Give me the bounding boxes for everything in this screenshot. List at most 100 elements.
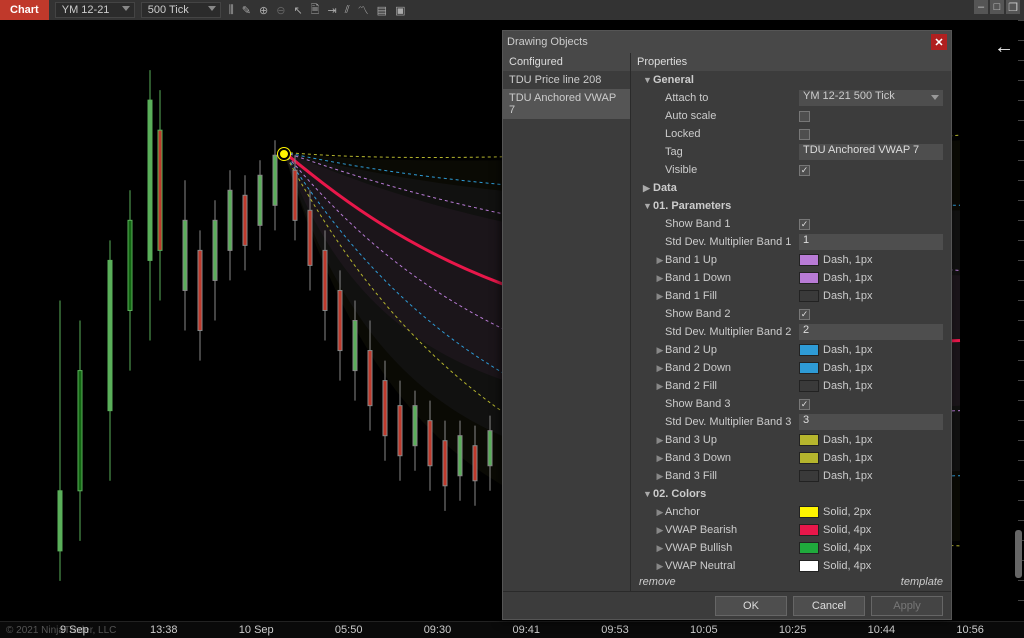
vwap-bearish-label[interactable]: VWAP Bearish (665, 524, 799, 536)
line-style-value: Solid, 2px (823, 506, 871, 518)
group-general[interactable]: ▼General (633, 71, 949, 89)
color-swatch[interactable] (799, 524, 819, 536)
band-3-up-label[interactable]: Band 3 Up (665, 434, 799, 446)
x-tick: 10:25 (779, 624, 807, 636)
line-style-value: Dash, 1px (823, 452, 873, 464)
x-tick: 09:30 (424, 624, 452, 636)
remove-link[interactable]: remove (639, 576, 676, 588)
x-tick: 10:05 (690, 624, 718, 636)
ok-button[interactable]: OK (715, 596, 787, 616)
group-data[interactable]: ▶Data (633, 179, 949, 197)
color-swatch[interactable] (799, 434, 819, 446)
show-band-2-checkbox[interactable] (799, 309, 810, 320)
band-3-down-label[interactable]: Band 3 Down (665, 452, 799, 464)
settings-icon[interactable]: ▣ (395, 4, 405, 17)
fib-icon[interactable]: ▤ (377, 4, 387, 17)
x-tick: 05:50 (335, 624, 363, 636)
color-swatch[interactable] (799, 560, 819, 572)
auto-scale-label: Auto scale (665, 110, 799, 122)
mult-band-2-input[interactable]: 2 (799, 324, 943, 340)
cursor-icon[interactable]: ↖ (293, 4, 302, 17)
dialog-titlebar[interactable]: Drawing Objects ✕ (503, 31, 951, 53)
band-1-up-label[interactable]: Band 1 Up (665, 254, 799, 266)
anchor-color-label[interactable]: Anchor (665, 506, 799, 518)
group-label: General (653, 74, 694, 86)
instrument-dropdown[interactable]: YM 12-21 (55, 2, 135, 18)
configured-header: Configured (503, 53, 630, 71)
group-parameters[interactable]: ▼01. Parameters (633, 197, 949, 215)
color-swatch[interactable] (799, 380, 819, 392)
zoom-out-icon[interactable]: ⊖ (276, 4, 285, 17)
color-swatch[interactable] (799, 452, 819, 464)
zoom-in-icon[interactable]: ⊕ (259, 4, 268, 17)
ruler-icon[interactable]: ⇥ (328, 4, 337, 17)
band-3-fill-label[interactable]: Band 3 Fill (665, 470, 799, 482)
line-style-value: Dash, 1px (823, 362, 873, 374)
back-arrow-icon[interactable]: ← (994, 36, 1014, 59)
line-style-value: Dash, 1px (823, 254, 873, 266)
auto-scale-checkbox[interactable] (799, 111, 810, 122)
color-swatch[interactable] (799, 344, 819, 356)
band-2-fill-label[interactable]: Band 2 Fill (665, 380, 799, 392)
instrument-value: YM 12-21 (62, 4, 110, 16)
minimize-icon[interactable]: – (974, 0, 988, 14)
text-icon[interactable]: 🗎 (311, 1, 320, 20)
vwap-bullish-label[interactable]: VWAP Bullish (665, 542, 799, 554)
maximize-icon[interactable]: □ (990, 0, 1004, 14)
chevron-down-icon (931, 95, 939, 100)
tag-input[interactable]: TDU Anchored VWAP 7 (799, 144, 943, 160)
visible-label: Visible (665, 164, 799, 176)
line-style-value: Solid, 4px (823, 542, 871, 554)
interval-dropdown[interactable]: 500 Tick (141, 2, 221, 18)
show-band-1-label: Show Band 1 (665, 218, 799, 230)
restore-icon[interactable]: ❐ (1006, 0, 1020, 14)
color-swatch[interactable] (799, 290, 819, 302)
attach-to-select[interactable]: YM 12-21 500 Tick (799, 90, 943, 106)
x-tick: 9 Sep (60, 624, 89, 636)
vwap-neutral-label[interactable]: VWAP Neutral (665, 560, 799, 572)
locked-checkbox[interactable] (799, 129, 810, 140)
tag-label: Tag (665, 146, 799, 158)
template-link[interactable]: template (901, 576, 943, 588)
time-axis: 9 Sep 13:38 10 Sep 05:50 09:30 09:41 09:… (60, 621, 984, 638)
vwap-anchor-marker[interactable] (278, 148, 290, 160)
show-band-3-checkbox[interactable] (799, 399, 810, 410)
candlestick-icon[interactable]: ⫼ (229, 4, 234, 17)
configured-item[interactable]: TDU Anchored VWAP 7 (503, 89, 630, 119)
chart-tab[interactable]: Chart (0, 0, 49, 20)
x-tick: 13:38 (150, 624, 178, 636)
line-style-value: Dash, 1px (823, 470, 873, 482)
mult-band-1-input[interactable]: 1 (799, 234, 943, 250)
x-tick: 09:41 (512, 624, 540, 636)
band-1-down-label[interactable]: Band 1 Down (665, 272, 799, 284)
trend-icon[interactable]: 〽 (358, 2, 369, 18)
scrollbar-thumb[interactable] (1015, 530, 1022, 578)
show-band-1-checkbox[interactable] (799, 219, 810, 230)
color-swatch[interactable] (799, 470, 819, 482)
close-icon[interactable]: ✕ (931, 34, 947, 50)
color-swatch[interactable] (799, 272, 819, 284)
line-style-value: Dash, 1px (823, 380, 873, 392)
color-swatch[interactable] (799, 362, 819, 374)
group-colors[interactable]: ▼02. Colors (633, 485, 949, 503)
x-tick: 10 Sep (239, 624, 274, 636)
band-1-fill-label[interactable]: Band 1 Fill (665, 290, 799, 302)
attach-to-label: Attach to (665, 92, 799, 104)
footer: © 2021 NinjaTrader, LLC 9 Sep 13:38 10 S… (0, 621, 1024, 638)
color-swatch[interactable] (799, 506, 819, 518)
color-swatch[interactable] (799, 254, 819, 266)
cancel-button[interactable]: Cancel (793, 596, 865, 616)
edit-icon[interactable]: ✎ (242, 4, 251, 17)
mult-band-3-input[interactable]: 3 (799, 414, 943, 430)
visible-checkbox[interactable] (799, 165, 810, 176)
show-band-2-label: Show Band 2 (665, 308, 799, 320)
properties-panel: Properties ▼General Attach to YM 12-21 5… (631, 53, 951, 591)
drawing-objects-dialog: Drawing Objects ✕ Configured TDU Price l… (502, 30, 952, 620)
attach-to-value: YM 12-21 500 Tick (803, 90, 895, 102)
line-icon[interactable]: ⫽ (345, 4, 350, 17)
apply-button[interactable]: Apply (871, 596, 943, 616)
color-swatch[interactable] (799, 542, 819, 554)
band-2-down-label[interactable]: Band 2 Down (665, 362, 799, 374)
configured-item[interactable]: TDU Price line 208 (503, 71, 630, 89)
band-2-up-label[interactable]: Band 2 Up (665, 344, 799, 356)
